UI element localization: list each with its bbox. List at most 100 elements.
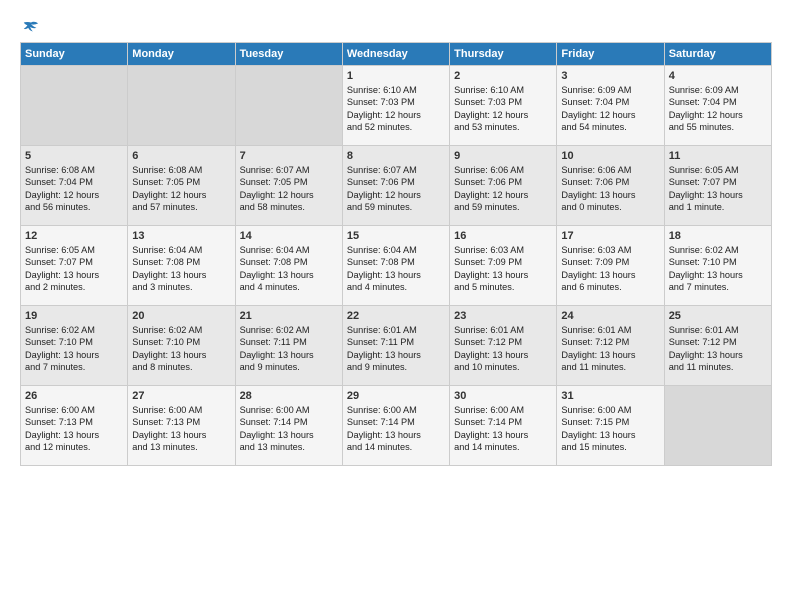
day-number: 14 [240, 230, 338, 242]
day-content: Sunrise: 6:00 AM Sunset: 7:13 PM Dayligh… [132, 404, 230, 454]
day-content: Sunrise: 6:01 AM Sunset: 7:11 PM Dayligh… [347, 324, 445, 374]
calendar-cell: 22 Sunrise: 6:01 AM Sunset: 7:11 PM Dayli… [342, 306, 449, 386]
day-number: 31 [561, 390, 659, 402]
header-day-wednesday: Wednesday [342, 43, 449, 66]
calendar-cell: 31 Sunrise: 6:00 AM Sunset: 7:15 PM Dayli… [557, 386, 664, 466]
day-content: Sunrise: 6:02 AM Sunset: 7:10 PM Dayligh… [25, 324, 123, 374]
day-content: Sunrise: 6:07 AM Sunset: 7:05 PM Dayligh… [240, 164, 338, 214]
calendar-cell: 26 Sunrise: 6:00 AM Sunset: 7:13 PM Dayli… [21, 386, 128, 466]
calendar-cell: 14 Sunrise: 6:04 AM Sunset: 7:08 PM Dayli… [235, 226, 342, 306]
day-content: Sunrise: 6:00 AM Sunset: 7:15 PM Dayligh… [561, 404, 659, 454]
calendar-cell [21, 66, 128, 146]
calendar-cell: 17 Sunrise: 6:03 AM Sunset: 7:09 PM Dayli… [557, 226, 664, 306]
day-number: 26 [25, 390, 123, 402]
day-number: 10 [561, 150, 659, 162]
calendar-cell: 10 Sunrise: 6:06 AM Sunset: 7:06 PM Dayli… [557, 146, 664, 226]
day-number: 17 [561, 230, 659, 242]
day-content: Sunrise: 6:00 AM Sunset: 7:14 PM Dayligh… [347, 404, 445, 454]
day-content: Sunrise: 6:01 AM Sunset: 7:12 PM Dayligh… [669, 324, 767, 374]
header-day-friday: Friday [557, 43, 664, 66]
header-day-tuesday: Tuesday [235, 43, 342, 66]
day-content: Sunrise: 6:02 AM Sunset: 7:10 PM Dayligh… [669, 244, 767, 294]
calendar-cell: 5Sunrise: 6:08 AM Sunset: 7:04 PM Daylig… [21, 146, 128, 226]
day-number: 24 [561, 310, 659, 322]
day-content: Sunrise: 6:09 AM Sunset: 7:04 PM Dayligh… [669, 84, 767, 134]
day-number: 12 [25, 230, 123, 242]
day-content: Sunrise: 6:01 AM Sunset: 7:12 PM Dayligh… [454, 324, 552, 374]
day-number: 15 [347, 230, 445, 242]
day-content: Sunrise: 6:00 AM Sunset: 7:14 PM Dayligh… [454, 404, 552, 454]
day-number: 23 [454, 310, 552, 322]
calendar-cell: 23 Sunrise: 6:01 AM Sunset: 7:12 PM Dayli… [450, 306, 557, 386]
day-content: Sunrise: 6:05 AM Sunset: 7:07 PM Dayligh… [25, 244, 123, 294]
calendar-cell: 24 Sunrise: 6:01 AM Sunset: 7:12 PM Dayli… [557, 306, 664, 386]
calendar-cell: 29 Sunrise: 6:00 AM Sunset: 7:14 PM Dayli… [342, 386, 449, 466]
day-content: Sunrise: 6:04 AM Sunset: 7:08 PM Dayligh… [132, 244, 230, 294]
day-number: 8 [347, 150, 445, 162]
day-number: 27 [132, 390, 230, 402]
header-day-sunday: Sunday [21, 43, 128, 66]
day-number: 3 [561, 70, 659, 82]
calendar-week-row: 1 Sunrise: 6:10 AM Sunset: 7:03 PM Daylig… [21, 66, 772, 146]
day-number: 13 [132, 230, 230, 242]
day-content: Sunrise: 6:05 AM Sunset: 7:07 PM Dayligh… [669, 164, 767, 214]
calendar-cell: 18Sunrise: 6:02 AM Sunset: 7:10 PM Dayli… [664, 226, 771, 306]
day-number: 22 [347, 310, 445, 322]
day-number: 21 [240, 310, 338, 322]
calendar-cell: 25 Sunrise: 6:01 AM Sunset: 7:12 PM Dayli… [664, 306, 771, 386]
day-content: Sunrise: 6:08 AM Sunset: 7:05 PM Dayligh… [132, 164, 230, 214]
header-day-thursday: Thursday [450, 43, 557, 66]
day-content: Sunrise: 6:01 AM Sunset: 7:12 PM Dayligh… [561, 324, 659, 374]
day-content: Sunrise: 6:09 AM Sunset: 7:04 PM Dayligh… [561, 84, 659, 134]
calendar-cell: 1 Sunrise: 6:10 AM Sunset: 7:03 PM Daylig… [342, 66, 449, 146]
day-number: 29 [347, 390, 445, 402]
calendar-cell: 27 Sunrise: 6:00 AM Sunset: 7:13 PM Dayli… [128, 386, 235, 466]
calendar-cell: 9 Sunrise: 6:06 AM Sunset: 7:06 PM Daylig… [450, 146, 557, 226]
calendar-cell: 4 Sunrise: 6:09 AM Sunset: 7:04 PM Daylig… [664, 66, 771, 146]
calendar-week-row: 5Sunrise: 6:08 AM Sunset: 7:04 PM Daylig… [21, 146, 772, 226]
day-content: Sunrise: 6:00 AM Sunset: 7:14 PM Dayligh… [240, 404, 338, 454]
calendar-cell: 30 Sunrise: 6:00 AM Sunset: 7:14 PM Dayli… [450, 386, 557, 466]
day-number: 2 [454, 70, 552, 82]
day-number: 4 [669, 70, 767, 82]
day-content: Sunrise: 6:04 AM Sunset: 7:08 PM Dayligh… [347, 244, 445, 294]
day-number: 7 [240, 150, 338, 162]
calendar-cell: 2 Sunrise: 6:10 AM Sunset: 7:03 PM Daylig… [450, 66, 557, 146]
header-day-monday: Monday [128, 43, 235, 66]
header-day-saturday: Saturday [664, 43, 771, 66]
day-content: Sunrise: 6:00 AM Sunset: 7:13 PM Dayligh… [25, 404, 123, 454]
day-number: 6 [132, 150, 230, 162]
day-number: 5 [25, 150, 123, 162]
logo [20, 20, 40, 34]
logo-bird-icon [22, 20, 40, 34]
calendar-cell: 16 Sunrise: 6:03 AM Sunset: 7:09 PM Dayli… [450, 226, 557, 306]
day-number: 25 [669, 310, 767, 322]
day-content: Sunrise: 6:06 AM Sunset: 7:06 PM Dayligh… [561, 164, 659, 214]
day-number: 9 [454, 150, 552, 162]
day-content: Sunrise: 6:02 AM Sunset: 7:11 PM Dayligh… [240, 324, 338, 374]
day-number: 1 [347, 70, 445, 82]
day-number: 16 [454, 230, 552, 242]
calendar-table: SundayMondayTuesdayWednesdayThursdayFrid… [20, 42, 772, 466]
day-content: Sunrise: 6:06 AM Sunset: 7:06 PM Dayligh… [454, 164, 552, 214]
calendar-cell: 3 Sunrise: 6:09 AM Sunset: 7:04 PM Daylig… [557, 66, 664, 146]
day-content: Sunrise: 6:04 AM Sunset: 7:08 PM Dayligh… [240, 244, 338, 294]
day-content: Sunrise: 6:03 AM Sunset: 7:09 PM Dayligh… [454, 244, 552, 294]
calendar-cell [128, 66, 235, 146]
calendar-cell: 8Sunrise: 6:07 AM Sunset: 7:06 PM Daylig… [342, 146, 449, 226]
calendar-cell: 28 Sunrise: 6:00 AM Sunset: 7:14 PM Dayli… [235, 386, 342, 466]
day-content: Sunrise: 6:10 AM Sunset: 7:03 PM Dayligh… [347, 84, 445, 134]
day-number: 20 [132, 310, 230, 322]
day-number: 28 [240, 390, 338, 402]
day-number: 30 [454, 390, 552, 402]
day-content: Sunrise: 6:02 AM Sunset: 7:10 PM Dayligh… [132, 324, 230, 374]
calendar-header-row: SundayMondayTuesdayWednesdayThursdayFrid… [21, 43, 772, 66]
day-number: 11 [669, 150, 767, 162]
calendar-cell [235, 66, 342, 146]
calendar-cell: 21 Sunrise: 6:02 AM Sunset: 7:11 PM Dayli… [235, 306, 342, 386]
day-number: 19 [25, 310, 123, 322]
day-content: Sunrise: 6:10 AM Sunset: 7:03 PM Dayligh… [454, 84, 552, 134]
day-content: Sunrise: 6:03 AM Sunset: 7:09 PM Dayligh… [561, 244, 659, 294]
calendar-cell [664, 386, 771, 466]
calendar-cell: 13 Sunrise: 6:04 AM Sunset: 7:08 PM Dayli… [128, 226, 235, 306]
